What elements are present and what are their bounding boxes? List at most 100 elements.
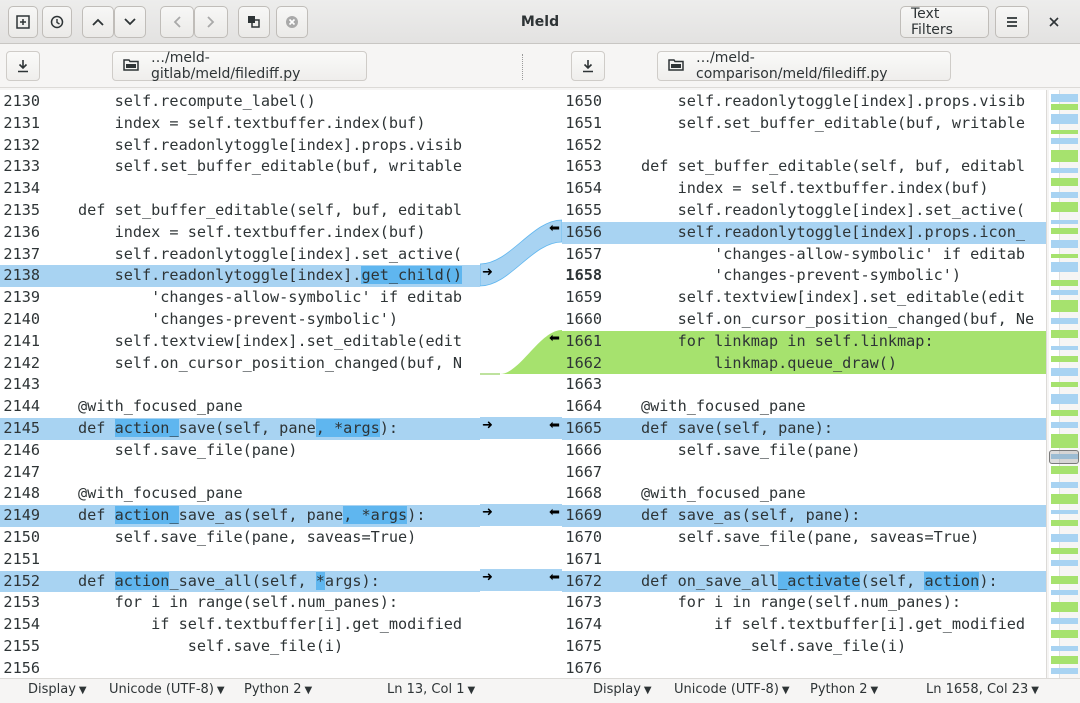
- code-line[interactable]: 2142 self.on_cursor_position_changed(buf…: [0, 353, 480, 375]
- change-marker[interactable]: [1051, 300, 1078, 312]
- change-marker[interactable]: [1051, 240, 1078, 248]
- change-marker[interactable]: [1051, 290, 1078, 295]
- change-marker[interactable]: [1051, 466, 1078, 474]
- code-line[interactable]: 2134: [0, 178, 480, 200]
- change-marker[interactable]: [1051, 382, 1078, 387]
- code-line[interactable]: 2150 self.save_file(pane, saveas=True): [0, 527, 480, 549]
- back-icon[interactable]: [160, 6, 194, 38]
- code-line[interactable]: 2148 @with_focused_pane: [0, 483, 480, 505]
- change-marker[interactable]: [1051, 590, 1078, 595]
- change-marker[interactable]: [1051, 548, 1078, 554]
- link-map[interactable]: ➜ ⬅ ⬅ ➜ ⬅ ➜ ⬅ ➜ ⬅: [480, 90, 562, 678]
- code-line[interactable]: 1655 self.readonlytoggle[index].set_acti…: [562, 200, 1046, 222]
- display-menu-right[interactable]: Display ▼: [593, 682, 652, 697]
- stop-icon[interactable]: [276, 6, 308, 38]
- code-line[interactable]: 1669 def save_as(self, pane):: [562, 505, 1046, 527]
- code-line[interactable]: 2156: [0, 658, 480, 678]
- code-line[interactable]: 1672 def on_save_all_activate(self, actio…: [562, 570, 1046, 593]
- code-line[interactable]: 1661 for linkmap in self.linkmap:: [562, 330, 1046, 353]
- change-marker[interactable]: [1051, 262, 1078, 272]
- change-marker[interactable]: [1051, 280, 1078, 286]
- code-line[interactable]: 2153 for i in range(self.num_panes):: [0, 592, 480, 614]
- code-line[interactable]: 2131 index = self.textbuffer.index(buf): [0, 113, 480, 135]
- merge-left-arrow-icon[interactable]: ⬅: [549, 418, 560, 433]
- code-line[interactable]: 1668 @with_focused_pane: [562, 483, 1046, 505]
- merge-right-arrow-icon[interactable]: ➜: [482, 505, 493, 520]
- recent-icon[interactable]: [42, 6, 72, 38]
- change-marker[interactable]: [1051, 254, 1078, 258]
- change-marker[interactable]: [1051, 202, 1078, 212]
- change-marker[interactable]: [1051, 618, 1078, 624]
- code-line[interactable]: 1662 linkmap.queue_draw(): [562, 352, 1046, 375]
- merge-left-arrow-icon[interactable]: ⬅: [549, 331, 560, 346]
- code-line[interactable]: 1667: [562, 462, 1046, 484]
- code-line[interactable]: 1650 self.readonlytoggle[index].props.vi…: [562, 91, 1046, 113]
- code-line[interactable]: 2152 def action_save_all(self, *args):: [0, 570, 480, 593]
- change-marker[interactable]: [1051, 434, 1078, 448]
- code-line[interactable]: 1671: [562, 549, 1046, 571]
- code-line[interactable]: 2139 'changes-allow-symbolic' if editab: [0, 287, 480, 309]
- change-marker[interactable]: [1051, 560, 1078, 566]
- encoding-menu-right[interactable]: Unicode (UTF-8) ▼: [674, 682, 790, 697]
- change-marker[interactable]: [1051, 356, 1078, 362]
- change-marker[interactable]: [1051, 150, 1078, 162]
- change-marker[interactable]: [1051, 220, 1078, 224]
- copy-icon[interactable]: [238, 6, 270, 38]
- code-line[interactable]: 2133 self.set_buffer_editable(buf, writa…: [0, 156, 480, 178]
- change-marker[interactable]: [1051, 318, 1078, 324]
- change-marker[interactable]: [1051, 510, 1078, 514]
- code-line[interactable]: 2143: [0, 374, 480, 396]
- change-map-scrollbar[interactable]: [1046, 90, 1080, 678]
- right-file-chooser[interactable]: …/meld-comparison/meld/filediff.py: [657, 50, 951, 82]
- code-line[interactable]: 1658 'changes-prevent-symbolic'): [562, 265, 1046, 287]
- code-line[interactable]: 2151: [0, 549, 480, 571]
- change-marker[interactable]: [1051, 668, 1078, 674]
- change-marker[interactable]: [1051, 520, 1078, 526]
- merge-right-arrow-icon[interactable]: ➜: [482, 570, 493, 585]
- change-marker[interactable]: [1051, 192, 1078, 198]
- code-line[interactable]: 1665 def save(self, pane):: [562, 418, 1046, 440]
- save-right-icon[interactable]: [571, 51, 605, 81]
- change-marker[interactable]: [1051, 346, 1078, 350]
- change-marker[interactable]: [1051, 130, 1078, 134]
- change-marker[interactable]: [1051, 330, 1078, 338]
- code-line[interactable]: 1664 @with_focused_pane: [562, 396, 1046, 418]
- change-marker[interactable]: [1051, 494, 1078, 504]
- next-change-icon[interactable]: [114, 6, 146, 38]
- right-editor[interactable]: 1650 self.readonlytoggle[index].props.vi…: [562, 90, 1046, 678]
- forward-icon[interactable]: [194, 6, 228, 38]
- cursor-position-right[interactable]: Ln 1658, Col 23 ▼: [926, 682, 1039, 697]
- code-line[interactable]: 1656 self.readonlytoggle[index].props.ic…: [562, 221, 1046, 244]
- code-line[interactable]: 1670 self.save_file(pane, saveas=True): [562, 527, 1046, 549]
- code-line[interactable]: 1676: [562, 658, 1046, 678]
- code-line[interactable]: 1663: [562, 374, 1046, 396]
- change-marker[interactable]: [1051, 114, 1078, 124]
- code-line[interactable]: 1659 self.textview[index].set_editable(e…: [562, 287, 1046, 309]
- code-line[interactable]: 1654 index = self.textbuffer.index(buf): [562, 178, 1046, 200]
- code-line[interactable]: 1660 self.on_cursor_position_changed(buf…: [562, 309, 1046, 331]
- code-line[interactable]: 1652: [562, 135, 1046, 157]
- merge-right-arrow-icon[interactable]: ➜: [482, 418, 493, 433]
- merge-right-arrow-icon[interactable]: ➜: [482, 265, 493, 280]
- code-line[interactable]: 2137 self.readonlytoggle[index].set_acti…: [0, 244, 480, 266]
- code-line[interactable]: 2145 def action_save(self, pane, *args):: [0, 418, 480, 440]
- menu-icon[interactable]: [995, 6, 1029, 38]
- code-line[interactable]: 2138 self.readonlytoggle[index].get_chil…: [0, 265, 480, 288]
- code-line[interactable]: 2147: [0, 462, 480, 484]
- text-filters-button[interactable]: Text Filters: [900, 6, 989, 38]
- change-marker[interactable]: [1051, 482, 1078, 488]
- left-file-chooser[interactable]: …/meld-gitlab/meld/filediff.py: [112, 50, 367, 82]
- code-line[interactable]: 2135 def set_buffer_editable(self, buf, e…: [0, 200, 480, 222]
- change-marker[interactable]: [1051, 228, 1078, 234]
- save-left-icon[interactable]: [6, 51, 40, 81]
- change-marker[interactable]: [1051, 104, 1078, 110]
- code-line[interactable]: 2146 self.save_file(pane): [0, 440, 480, 462]
- change-marker[interactable]: [1051, 138, 1078, 144]
- close-icon[interactable]: [1038, 6, 1070, 38]
- display-menu-left[interactable]: Display ▼: [28, 682, 87, 697]
- encoding-menu-left[interactable]: Unicode (UTF-8) ▼: [109, 682, 225, 697]
- change-marker[interactable]: [1051, 368, 1078, 376]
- code-line[interactable]: 2141 self.textview[index].set_editable(e…: [0, 331, 480, 353]
- change-marker[interactable]: [1051, 94, 1078, 102]
- code-line[interactable]: 1673 for i in range(self.num_panes):: [562, 592, 1046, 614]
